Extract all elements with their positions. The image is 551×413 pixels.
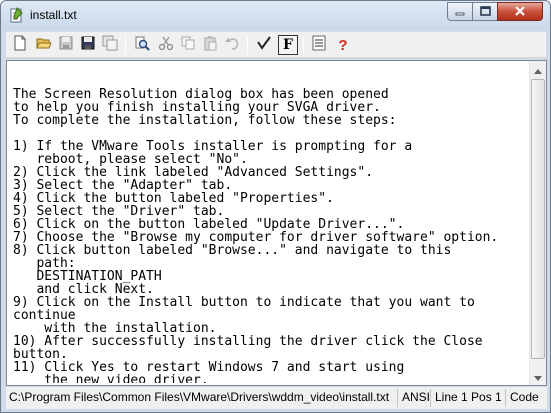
help-button[interactable]: ? — [333, 35, 353, 55]
window-title: install.txt — [30, 8, 77, 22]
find-button[interactable] — [132, 35, 152, 55]
save-all-button[interactable] — [78, 35, 98, 55]
close-button[interactable] — [497, 2, 543, 21]
folder-open-icon — [36, 35, 52, 56]
scrollbar-thumb[interactable] — [531, 79, 545, 359]
maximize-button[interactable] — [472, 2, 498, 21]
word-wrap-button[interactable] — [254, 35, 274, 55]
floppy-disks-icon — [80, 35, 96, 56]
document-text[interactable]: The Screen Resolution dialog box has bee… — [13, 75, 525, 383]
binoculars-icon — [134, 35, 150, 56]
undo-button[interactable] — [222, 35, 242, 55]
undo-icon — [224, 35, 240, 56]
save-button[interactable] — [56, 35, 76, 55]
arrow-up-icon — [534, 61, 542, 79]
new-document-icon — [12, 35, 28, 56]
cut-button[interactable] — [156, 35, 176, 55]
text-editor[interactable]: The Screen Resolution dialog box has bee… — [6, 60, 547, 386]
scroll-up-button[interactable] — [530, 61, 546, 78]
list-icon — [311, 35, 327, 56]
properties-button[interactable] — [309, 35, 329, 55]
question-mark-icon: ? — [338, 36, 348, 54]
open-file-button[interactable] — [34, 35, 54, 55]
status-encoding: ANSI — [399, 389, 431, 407]
scissors-icon — [158, 35, 174, 56]
status-file-path: C:\Program Files\Common Files\VMware\Dri… — [6, 389, 398, 407]
copy-button[interactable] — [178, 35, 198, 55]
minimize-icon — [455, 3, 465, 21]
checkmark-icon — [256, 35, 272, 56]
maximize-icon — [479, 3, 491, 21]
font-button[interactable]: F — [278, 35, 298, 55]
copy-icon — [180, 35, 196, 56]
close-icon — [514, 3, 526, 21]
floppy-disk-icon — [58, 35, 74, 56]
arrow-down-icon — [534, 368, 542, 386]
app-window: install.txt F ? The Screen Resolution di… — [0, 0, 551, 413]
toolbar: F ? — [6, 32, 546, 58]
status-codepage: Code — [510, 390, 539, 404]
status-bar: C:\Program Files\Common Files\VMware\Dri… — [6, 387, 547, 409]
scroll-down-button[interactable] — [530, 368, 546, 385]
paste-button[interactable] — [200, 35, 220, 55]
text-line: 10) After successfully installing the dr… — [13, 334, 483, 349]
text-line: 9) Click on the Install button to indica… — [13, 295, 475, 310]
text-line: 8) Click button labeled "Browse..." and … — [13, 243, 452, 258]
new-file-button[interactable] — [10, 35, 30, 55]
save-copy-button[interactable] — [100, 35, 120, 55]
font-f-icon: F — [283, 37, 293, 53]
text-line: To complete the installation, follow the… — [13, 113, 397, 128]
notepad-icon — [8, 7, 24, 23]
windows-copy-icon — [102, 35, 118, 56]
status-cursor-position: Line 1 Pos 1 — [432, 389, 506, 407]
text-line: the new video driver. — [13, 373, 209, 383]
vertical-scrollbar[interactable] — [529, 61, 546, 385]
clipboard-icon — [202, 35, 218, 56]
title-bar[interactable]: install.txt — [1, 1, 550, 30]
minimize-button[interactable] — [447, 2, 473, 21]
